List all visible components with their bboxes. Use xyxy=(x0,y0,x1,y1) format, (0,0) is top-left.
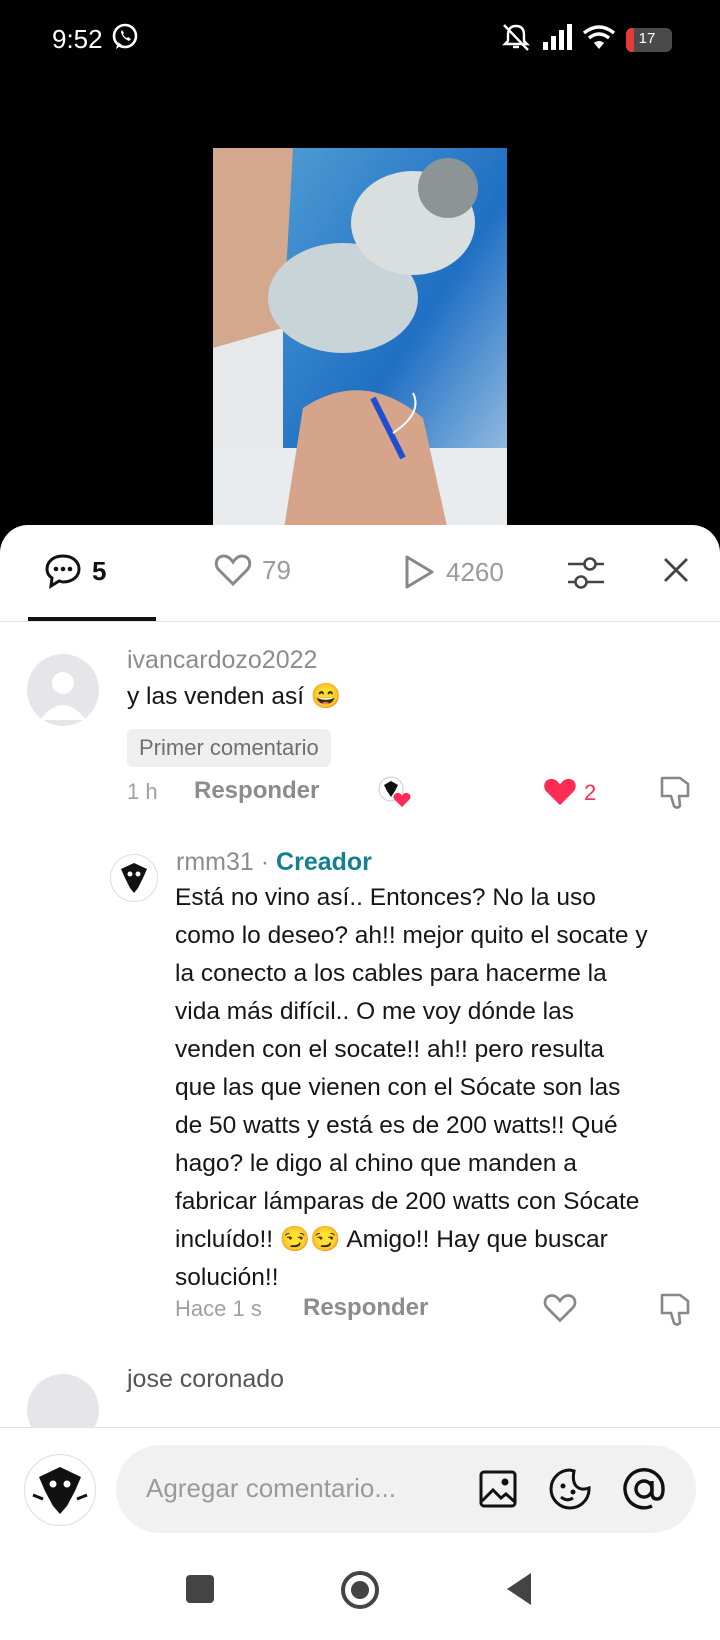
avatar[interactable] xyxy=(27,1374,99,1427)
reply-text-line: incluído!! 😏😏 Amigo!! Hay que buscar xyxy=(175,1226,608,1253)
avatar[interactable] xyxy=(27,654,99,726)
comments-sheet: 5 79 4260 ivancardozo2022 y las venden a… xyxy=(0,525,720,1640)
sheet-tabs: 5 79 4260 xyxy=(0,525,720,622)
comment-time: 1 h xyxy=(127,779,158,804)
reply-header: rmm31 · Creador xyxy=(176,848,372,877)
image-icon[interactable] xyxy=(478,1469,518,1514)
signal-icon xyxy=(542,24,572,55)
reply-text-line: la conecto a los cables para hacerme la xyxy=(175,960,607,987)
first-comment-badge: Primer comentario xyxy=(127,729,331,767)
heart-outline-icon xyxy=(214,553,252,587)
filter-icon[interactable] xyxy=(566,555,606,596)
reply-username[interactable]: rmm31 xyxy=(176,848,254,876)
reply-text-line: hago? le digo al chino que manden a xyxy=(175,1150,577,1177)
comment-list: ivancardozo2022 y las venden así 😄 Prime… xyxy=(0,622,720,1427)
mute-notifications-icon xyxy=(500,22,532,57)
comment-icon xyxy=(44,553,82,589)
sticker-icon[interactable] xyxy=(548,1467,592,1516)
wifi-icon xyxy=(582,24,616,55)
comment-text: y las venden así 😄 xyxy=(127,683,342,710)
system-nav-bar xyxy=(0,1549,720,1640)
reply-text-line: venden con el socate!! ah!! pero resulta xyxy=(175,1036,605,1063)
heart-outline-icon[interactable] xyxy=(543,1292,577,1329)
play-icon xyxy=(402,553,436,591)
reply-text-line: Está no vino así.. Entonces? No la uso xyxy=(175,884,596,911)
like-count: 79 xyxy=(262,554,291,585)
add-comment-bar xyxy=(0,1427,720,1550)
reply-text: Está no vino así.. Entonces? No la uso c… xyxy=(175,879,705,1297)
comment-username[interactable]: jose coronado xyxy=(127,1365,284,1394)
battery-icon: 17 xyxy=(626,27,672,52)
creator-liked-icon xyxy=(376,775,416,814)
reply-text-line: de 50 watts y está es de 200 watts!! Qué xyxy=(175,1112,618,1139)
comment-input-pill xyxy=(116,1445,696,1533)
whatsapp-icon xyxy=(110,22,140,57)
back-button[interactable] xyxy=(503,1571,535,1612)
heart-filled-icon[interactable] xyxy=(542,776,578,813)
user-avatar[interactable] xyxy=(24,1454,96,1526)
close-icon[interactable] xyxy=(662,556,690,589)
dislike-icon[interactable] xyxy=(658,1291,692,1332)
view-count: 4260 xyxy=(446,556,504,587)
tab-underline xyxy=(28,617,156,621)
comment-count: 5 xyxy=(92,555,107,586)
reply-button[interactable]: Responder xyxy=(303,1294,428,1322)
comment-input[interactable] xyxy=(144,1467,448,1509)
reply-text-line: vida más difícil.. O me voy dónde las xyxy=(175,998,574,1025)
status-icons: 17 xyxy=(500,22,672,57)
reply-text-line: solución!! xyxy=(175,1264,279,1291)
reply-time: Hace 1 s xyxy=(175,1296,262,1321)
creator-label: Creador xyxy=(276,848,372,876)
comment-username[interactable]: ivancardozo2022 xyxy=(127,646,317,675)
tab-likes[interactable]: 79 xyxy=(214,553,291,587)
reply-text-line: fabricar lámparas de 200 watts con Sócat… xyxy=(175,1188,640,1215)
tab-comments[interactable]: 5 xyxy=(44,553,106,589)
dislike-icon[interactable] xyxy=(658,774,692,815)
reply-button[interactable]: Responder xyxy=(194,777,319,805)
comment-like-count: 2 xyxy=(584,780,597,805)
mention-icon[interactable] xyxy=(622,1467,666,1516)
battery-level: 17 xyxy=(638,29,656,47)
creator-avatar[interactable] xyxy=(110,854,158,902)
tab-views[interactable]: 4260 xyxy=(402,553,504,591)
reply-text-line: que las que vienen con el Sócate son las xyxy=(175,1074,621,1101)
home-button[interactable] xyxy=(339,1569,381,1616)
status-time: 9:52 xyxy=(52,24,103,54)
recent-apps-button[interactable] xyxy=(184,1573,216,1610)
reply-separator: · xyxy=(260,848,270,876)
reply-text-line: como lo deseo? ah!! mejor quito el socat… xyxy=(175,922,648,949)
video-player[interactable] xyxy=(0,80,720,592)
status-bar: 9:52 17 xyxy=(0,0,720,80)
